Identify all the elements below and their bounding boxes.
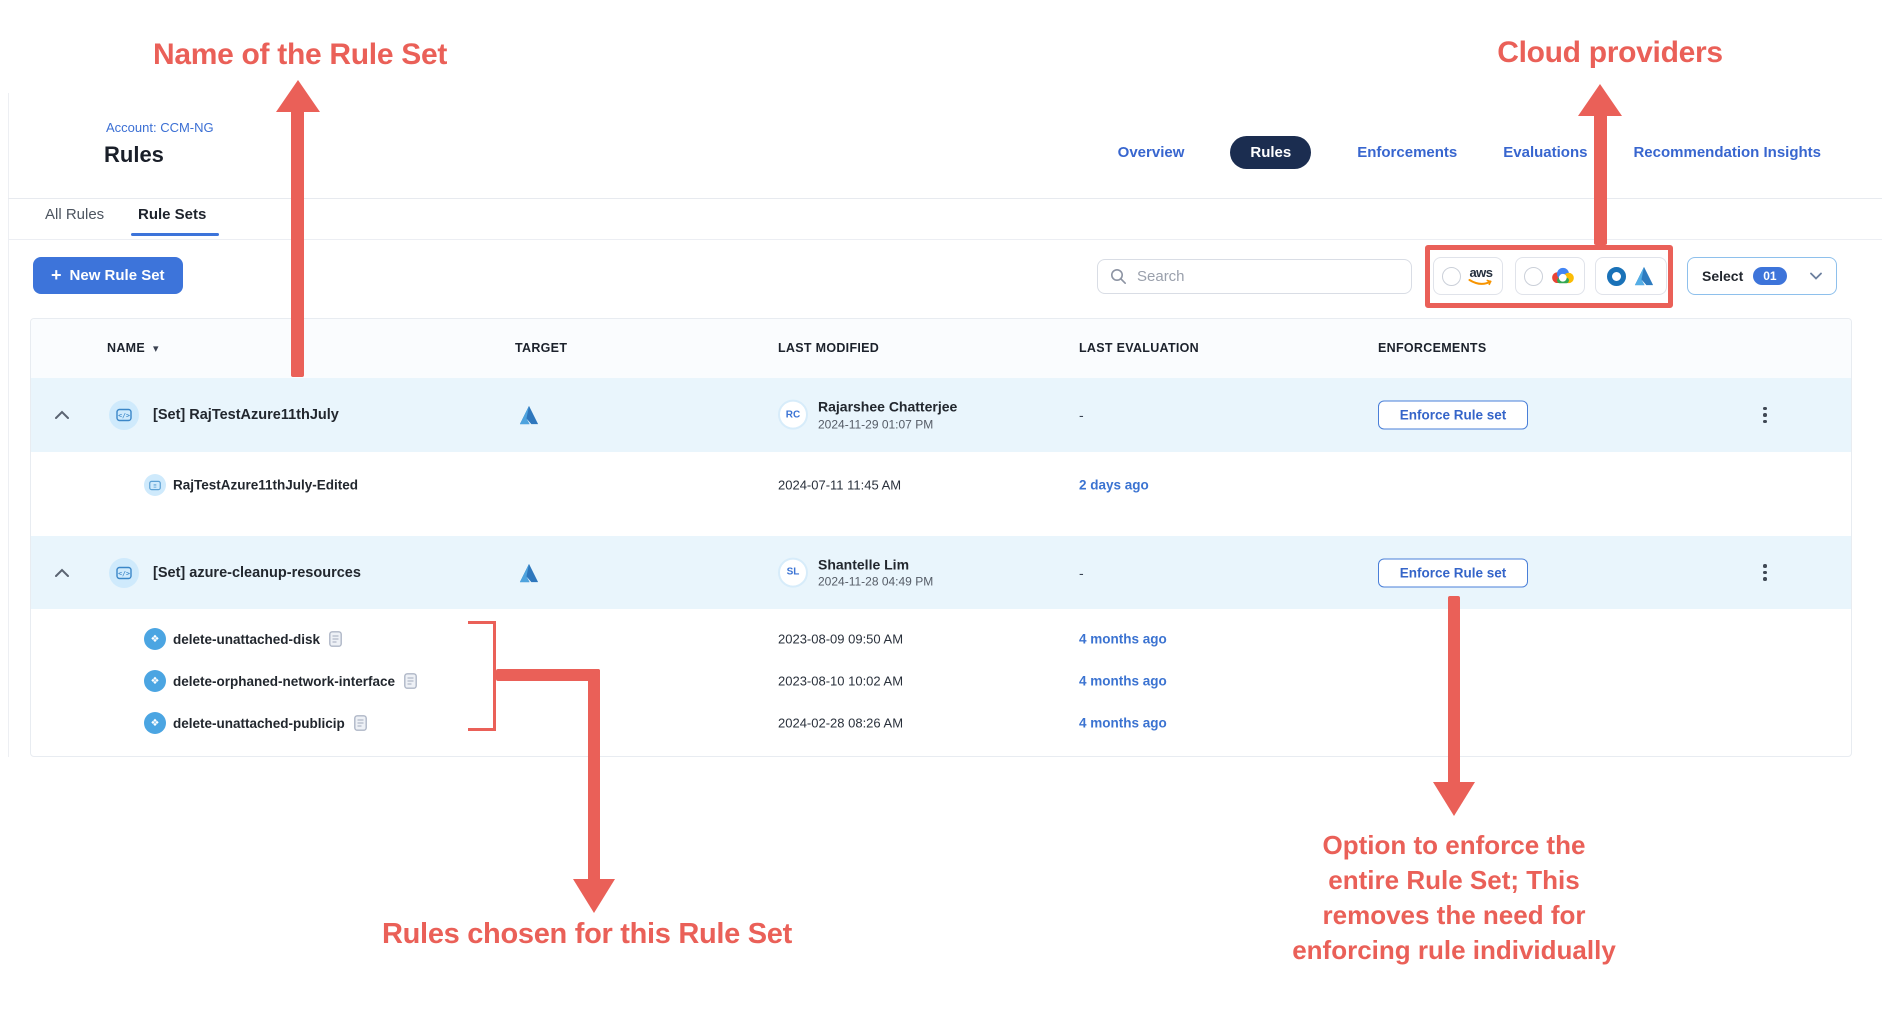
active-tab-underline <box>131 233 219 236</box>
column-header-last-evaluation: LAST EVALUATION <box>1079 341 1199 355</box>
annotation-arrow-up-icon <box>1578 84 1622 116</box>
ruleset-icon: </> <box>109 400 139 430</box>
annotation-arrow-shaft <box>1594 114 1607 245</box>
rule-row[interactable]: ❖ delete-orphaned-network-interface 2023… <box>31 660 1851 702</box>
enforce-rule-set-button[interactable]: Enforce Rule set <box>1378 401 1528 430</box>
rule-name: RajTestAzure11thJuly-Edited <box>173 478 358 493</box>
last-modified-cell: SL Shantelle Lim 2024-11-28 04:49 PM <box>778 556 933 589</box>
rule-row[interactable]: ❖ delete-unattached-publicip 2024-02-28 … <box>31 702 1851 744</box>
content-left-divider <box>8 93 9 757</box>
rule-row[interactable]: ❖ delete-unattached-disk 2023-08-09 09:5… <box>31 618 1851 660</box>
annotation-bracket <box>468 621 496 624</box>
select-label: Select <box>1702 268 1743 284</box>
kebab-menu-icon[interactable] <box>1756 562 1774 584</box>
modified-date: 2024-11-29 01:07 PM <box>818 417 957 431</box>
collapse-chevron-icon[interactable] <box>55 411 69 420</box>
rule-modified-date: 2023-08-09 09:50 AM <box>778 632 903 647</box>
azure-target-icon <box>518 563 540 583</box>
chevron-down-icon <box>1810 267 1822 285</box>
rule-last-evaluation-link[interactable]: 4 months ago <box>1079 674 1167 689</box>
rule-set-name: [Set] azure-cleanup-resources <box>153 565 361 581</box>
rule-modified-date: 2024-02-28 08:26 AM <box>778 716 903 731</box>
rule-modified-date: 2023-08-10 10:02 AM <box>778 674 903 689</box>
account-breadcrumb[interactable]: Account: CCM-NG <box>106 120 214 135</box>
table-header-row: NAME▾ TARGET LAST MODIFIED LAST EVALUATI… <box>31 319 1851 378</box>
view-rule-icon[interactable] <box>404 673 417 689</box>
column-header-last-modified: LAST MODIFIED <box>778 341 879 355</box>
search-box[interactable] <box>1097 259 1412 294</box>
annotation-arrow-down-icon <box>1433 782 1475 816</box>
rule-sets-table: NAME▾ TARGET LAST MODIFIED LAST EVALUATI… <box>30 318 1852 757</box>
annotation-highlight-box <box>1425 245 1673 308</box>
new-rule-set-label: New Rule Set <box>70 267 165 284</box>
modified-by-name: Shantelle Lim <box>818 556 933 573</box>
rule-set-row[interactable]: </> [Set] RajTestAzure11thJuly RC Rajars… <box>31 378 1851 452</box>
rule-badge-icon: ❖ <box>144 712 166 734</box>
rule-badge-icon: ❖ <box>144 670 166 692</box>
nav-recommendation-insights[interactable]: Recommendation Insights <box>1633 144 1821 161</box>
tab-all-rules[interactable]: All Rules <box>45 206 104 223</box>
ruleset-icon: </> <box>109 558 139 588</box>
svg-text:</>: </> <box>118 412 130 420</box>
nav-evaluations[interactable]: Evaluations <box>1503 144 1587 161</box>
column-header-name[interactable]: NAME▾ <box>107 341 159 355</box>
nav-rules[interactable]: Rules <box>1230 136 1311 169</box>
annotation-bracket <box>468 728 496 731</box>
last-evaluation-value: - <box>1079 407 1084 423</box>
rule-set-name: [Set] RajTestAzure11thJuly <box>153 407 339 423</box>
page-title: Rules <box>104 142 164 168</box>
plus-icon: + <box>51 265 62 286</box>
annotation-arrow-shaft <box>1448 596 1460 784</box>
azure-target-icon <box>518 405 540 425</box>
annotation-arrow-up-icon <box>276 80 320 112</box>
rule-row[interactable]: ≡ RajTestAzure11thJuly-Edited 2024-07-11… <box>31 452 1851 518</box>
rule-doc-icon: ≡ <box>144 474 166 496</box>
select-count-badge: 01 <box>1753 267 1786 285</box>
search-input[interactable] <box>1135 267 1399 286</box>
annotation-arrow-down-icon <box>573 879 615 913</box>
tab-rule-sets[interactable]: Rule Sets <box>138 206 206 223</box>
avatar: RC <box>778 400 808 430</box>
view-rule-icon[interactable] <box>329 631 342 647</box>
rule-set-row[interactable]: </> [Set] azure-cleanup-resources SL Sha… <box>31 536 1851 609</box>
top-nav: Overview Rules Enforcements Evaluations … <box>1118 136 1821 168</box>
nav-enforcements[interactable]: Enforcements <box>1357 144 1457 161</box>
rule-last-evaluation-link[interactable]: 4 months ago <box>1079 632 1167 647</box>
last-modified-cell: RC Rajarshee Chatterjee 2024-11-29 01:07… <box>778 399 957 432</box>
annotation-name-of-rule-set: Name of the Rule Set <box>120 38 480 72</box>
select-dropdown[interactable]: Select 01 <box>1687 257 1837 295</box>
annotation-rules-chosen: Rules chosen for this Rule Set <box>337 918 837 951</box>
annotation-arrow-shaft <box>291 110 304 377</box>
enforce-rule-set-button[interactable]: Enforce Rule set <box>1378 558 1528 587</box>
rule-name: delete-unattached-publicip <box>173 715 367 731</box>
rule-name: delete-orphaned-network-interface <box>173 673 417 689</box>
rule-last-evaluation-link[interactable]: 2 days ago <box>1079 478 1149 493</box>
svg-text:≡: ≡ <box>153 483 156 489</box>
avatar: SL <box>778 557 808 587</box>
annotation-elbow-line <box>588 669 600 881</box>
column-header-enforcements: ENFORCEMENTS <box>1378 341 1486 355</box>
annotation-elbow-line <box>496 669 600 681</box>
rule-badge-icon: ❖ <box>144 628 166 650</box>
nav-overview[interactable]: Overview <box>1118 144 1185 161</box>
search-icon <box>1110 268 1127 285</box>
annotation-enforce-note: Option to enforce the entire Rule Set; T… <box>1254 828 1654 968</box>
rule-last-evaluation-link[interactable]: 4 months ago <box>1079 716 1167 731</box>
kebab-menu-icon[interactable] <box>1756 404 1774 426</box>
rule-name: delete-unattached-disk <box>173 631 342 647</box>
modified-date: 2024-11-28 04:49 PM <box>818 575 933 589</box>
sort-caret-icon: ▾ <box>153 343 159 355</box>
svg-text:</>: </> <box>118 569 130 577</box>
new-rule-set-button[interactable]: + New Rule Set <box>33 257 183 294</box>
last-evaluation-value: - <box>1079 565 1084 581</box>
collapse-chevron-icon[interactable] <box>55 568 69 577</box>
annotation-cloud-providers: Cloud providers <box>1460 36 1760 70</box>
modified-by-name: Rajarshee Chatterjee <box>818 399 957 416</box>
view-rule-icon[interactable] <box>354 715 367 731</box>
column-header-target: TARGET <box>515 341 567 355</box>
rule-modified-date: 2024-07-11 11:45 AM <box>778 478 901 493</box>
